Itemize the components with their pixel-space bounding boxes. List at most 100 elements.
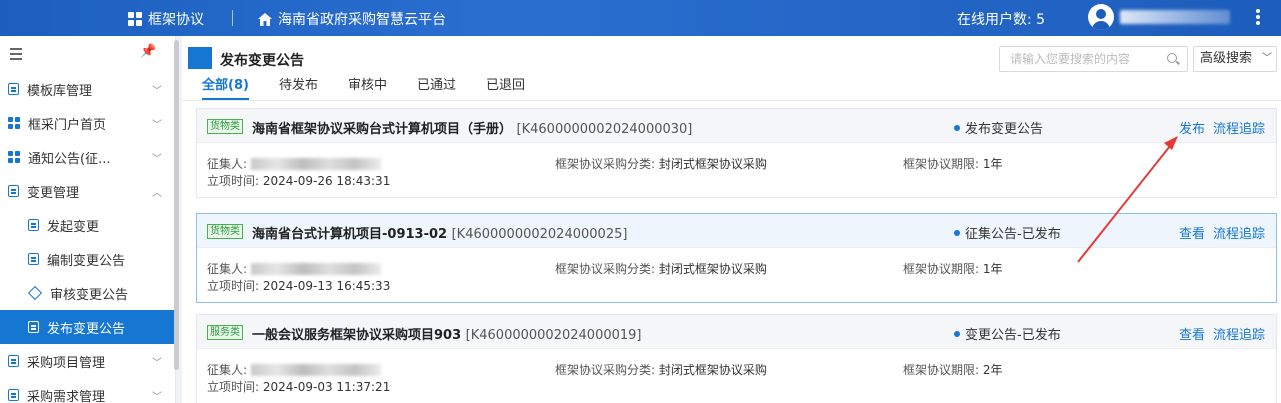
grid-icon (8, 151, 20, 163)
process-trace-link[interactable]: 流程追踪 (1213, 118, 1265, 137)
created-row: 立项时间: 2024-09-26 18:43:31 (207, 172, 390, 189)
collector-label: 征集人: (207, 157, 248, 171)
sidebar-item-label: 框采门户首页 (28, 117, 107, 133)
chevron-down-icon: ﹀ (152, 154, 162, 165)
advanced-search-dropdown[interactable]: 高级搜索 ﹀ (1193, 46, 1277, 72)
created-label: 立项时间: (207, 174, 260, 188)
status-text: 变更公告-已发布 (965, 328, 1061, 343)
term-label: 框架协议期限: (903, 363, 980, 377)
sidebar-item-label: 发起变更 (47, 219, 100, 235)
view-link[interactable]: 查看 (1179, 324, 1205, 343)
sidebar-item-initiate-change[interactable]: 发起变更 (0, 208, 175, 242)
category-row: 框架协议采购分类: 封闭式框架协议采购 (555, 361, 767, 378)
project-title[interactable]: 一般会议服务框架协议采购项目903 [K4600000002024000019] (252, 324, 642, 343)
category-value: 封闭式框架协议采购 (658, 363, 767, 377)
menu-toggle-icon[interactable] (10, 48, 22, 63)
collector-label: 征集人: (207, 363, 248, 377)
sidebar-item-label: 编制变更公告 (47, 253, 126, 269)
created-label: 立项时间: (207, 380, 260, 394)
project-title[interactable]: 海南省台式计算机项目-0913-02 [K4600000002024000025… (252, 223, 627, 242)
status-text: 征集公告-已发布 (965, 227, 1061, 242)
created-row: 立项时间: 2024-09-13 16:45:33 (207, 277, 390, 294)
project-code: [K4600000002024000019] (465, 328, 642, 343)
category-value: 封闭式框架协议采购 (658, 157, 767, 171)
project-title[interactable]: 海南省框架协议采购台式计算机项目（手册） [K46000000020240000… (252, 118, 692, 137)
brand[interactable]: 框架协议 (128, 9, 204, 29)
status-dot-icon (954, 125, 960, 131)
sidebar-item-label: 审核变更公告 (50, 287, 129, 303)
chevron-down-icon: ﹀ (152, 358, 162, 369)
sidebar-item-template-library[interactable]: 模板库管理 ﹀ (0, 72, 175, 106)
sidebar-item-label: 发布变更公告 (47, 321, 126, 337)
online-label: 在线用户数: (957, 12, 1032, 28)
user-avatar-icon[interactable] (1088, 4, 1114, 30)
chevron-down-icon: ﹀ (152, 392, 162, 403)
sidebar-item-notices[interactable]: 通知公告(征... ﹀ (0, 140, 175, 174)
created-time: 2024-09-26 18:43:31 (262, 174, 391, 188)
tab-all[interactable]: 全部(8) (202, 76, 249, 100)
category-row: 框架协议采购分类: 封闭式框架协议采购 (555, 260, 767, 277)
project-name: 海南省框架协议采购台式计算机项目（手册） (252, 122, 513, 137)
search-box[interactable] (999, 46, 1188, 72)
pin-icon[interactable]: 📌 (140, 44, 156, 59)
online-count: 5 (1036, 12, 1046, 28)
chevron-down-icon: ﹀ (152, 120, 162, 131)
sidebar-scrollbar[interactable] (174, 40, 179, 370)
main-panel: 发布变更公告 高级搜索 ﹀ 全部(8) 待发布 审核中 已通过 已退回 货物类 … (182, 36, 1281, 403)
card-header: 货物类 海南省框架协议采购台式计算机项目（手册） [K4600000002024… (197, 109, 1276, 143)
user-name-blurred[interactable] (1120, 10, 1230, 24)
online-users: 在线用户数: 5 (957, 9, 1045, 29)
sidebar-item-portal-home[interactable]: 框采门户首页 ﹀ (0, 106, 175, 140)
chevron-down-icon: ﹀ (152, 86, 162, 97)
view-link[interactable]: 查看 (1179, 223, 1205, 242)
collector-blurred (251, 158, 382, 170)
sidebar-item-procurement-demands[interactable]: 采购需求管理 ﹀ (0, 378, 175, 403)
term-value: 2年 (982, 363, 1003, 377)
sidebar-item-procurement-projects[interactable]: 采购项目管理 ﹀ (0, 344, 175, 378)
chevron-up-icon: ︿ (152, 188, 162, 199)
publish-link[interactable]: 发布 (1179, 118, 1205, 137)
search-icon[interactable] (1167, 53, 1177, 63)
term-row: 框架协议期限: 1年 (903, 155, 1003, 172)
category-row: 框架协议采购分类: 封闭式框架协议采购 (555, 155, 767, 172)
project-name: 海南省台式计算机项目-0913-02 (252, 227, 448, 242)
sidebar-item-change-management[interactable]: 变更管理 ︿ (0, 174, 175, 208)
term-row: 框架协议期限: 2年 (903, 361, 1003, 378)
created-label: 立项时间: (207, 279, 260, 293)
sidebar-item-compile-change-notice[interactable]: 编制变更公告 (0, 242, 175, 276)
platform-link[interactable]: 海南省政府采购智慧云平台 (258, 9, 446, 29)
project-card: 货物类 海南省框架协议采购台式计算机项目（手册） [K4600000002024… (196, 108, 1277, 198)
search-input[interactable] (1000, 47, 1160, 71)
title-row: 发布变更公告 高级搜索 ﹀ (182, 36, 1281, 80)
process-trace-link[interactable]: 流程追踪 (1213, 324, 1265, 343)
sidebar-item-label: 变更管理 (27, 185, 80, 201)
collector-row: 征集人: (207, 155, 382, 172)
tabs-divider (182, 100, 1281, 101)
sidebar-item-review-change-notice[interactable]: 审核变更公告 (0, 276, 175, 310)
tab-approved[interactable]: 已通过 (417, 76, 456, 100)
sidebar-item-label: 采购项目管理 (27, 355, 106, 371)
tab-reviewing[interactable]: 审核中 (348, 76, 387, 100)
top-header: 框架协议 海南省政府采购智慧云平台 在线用户数: 5 (0, 0, 1281, 36)
process-trace-link[interactable]: 流程追踪 (1213, 223, 1265, 242)
doc-icon (28, 253, 39, 265)
term-label: 框架协议期限: (903, 157, 980, 171)
sidebar-toolbar: 📌 (0, 36, 175, 72)
collector-blurred (251, 364, 382, 376)
status-dot-icon (954, 230, 960, 236)
project-code: [K4600000002024000025] (451, 227, 628, 242)
project-code: [K4600000002024000030] (516, 122, 693, 137)
project-card: 货物类 海南省台式计算机项目-0913-02 [K460000000202400… (196, 213, 1277, 303)
term-row: 框架协议期限: 1年 (903, 260, 1003, 277)
doc-icon (8, 355, 19, 367)
project-name: 一般会议服务框架协议采购项目903 (252, 328, 462, 343)
tab-returned[interactable]: 已退回 (486, 76, 525, 100)
doc-icon (28, 321, 39, 333)
doc-icon (8, 389, 19, 401)
category-tag: 货物类 (207, 224, 243, 239)
page-title: 发布变更公告 (220, 53, 304, 69)
chevron-down-icon: ﹀ (1262, 53, 1272, 64)
sidebar-item-publish-change-notice[interactable]: 发布变更公告 (0, 310, 175, 344)
tab-pending[interactable]: 待发布 (279, 76, 318, 100)
more-menu-icon[interactable] (1254, 8, 1262, 28)
